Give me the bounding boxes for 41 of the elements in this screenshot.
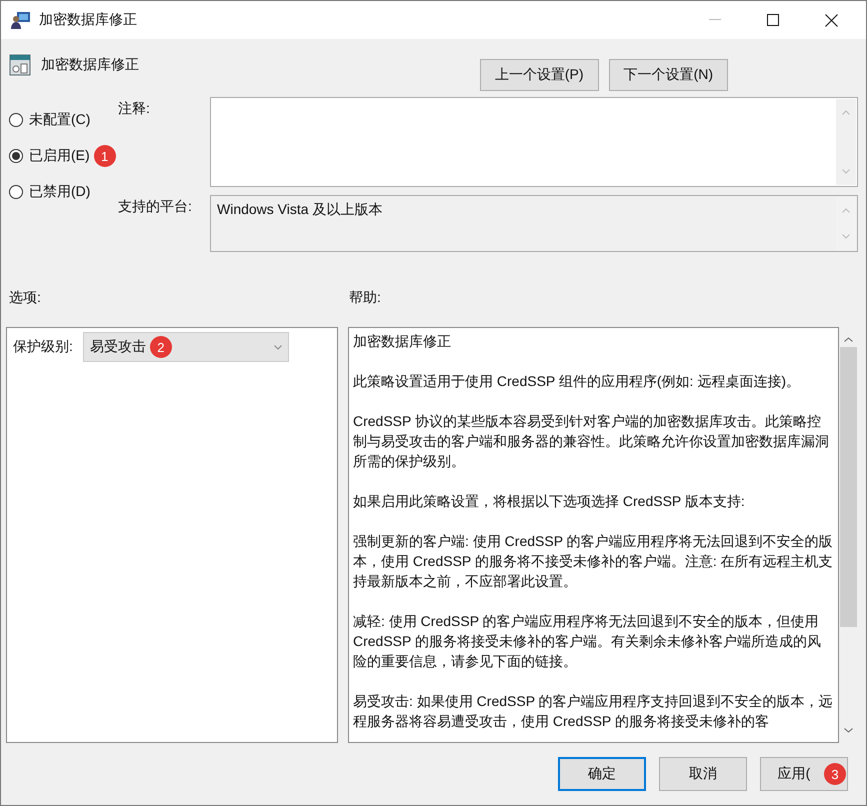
help-paragraph: 此策略设置适用于使用 CredSSP 组件的应用程序(例如: 远程桌面连接)。 <box>353 372 801 391</box>
scroll-up-icon <box>842 110 850 115</box>
help-paragraph: 易受攻击: 如果使用 CredSSP 的客户端应用程序支持回退到不安全的版本，远程服务器将容易遭受攻击，使用 CredSSP 的服务将接受未修补的客 <box>353 692 834 731</box>
radio-circle[interactable] <box>9 149 23 163</box>
scroll-up-icon[interactable] <box>844 337 853 342</box>
radio-circle[interactable] <box>9 185 23 199</box>
chevron-down-icon <box>274 344 282 350</box>
scroll-down-icon[interactable] <box>844 728 853 733</box>
radio-option[interactable]: 未配置(C) <box>9 111 90 129</box>
protection-label: 保护级别: <box>13 338 73 356</box>
policy-settings-icon <box>9 54 31 76</box>
help-label: 帮助: <box>349 289 381 307</box>
help-paragraph: 如果启用此策略设置，将根据以下选项选择 CredSSP 版本支持: <box>353 492 746 511</box>
step-badge: 1 <box>94 145 116 167</box>
radio-option[interactable]: 已启用(E) <box>9 147 90 165</box>
maximize-icon[interactable] <box>767 14 779 26</box>
comment-field[interactable] <box>210 97 858 187</box>
help-paragraph: 减轻: 使用 CredSSP 的客户端应用程序将无法回退到不安全的版本，但使用 CredSSP 的服务将接受未修补的客户端。有关剩余未修补客户端所造成的风险的重要信息，请参见下面的链接。 <box>353 612 822 671</box>
nav-button[interactable]: 上一个设置(P) <box>480 59 599 91</box>
help-paragraph: 加密数据库修正 <box>353 332 452 351</box>
platform-label: 支持的平台: <box>118 197 193 216</box>
scrollbar-thumb[interactable] <box>840 347 857 627</box>
radio-circle[interactable] <box>9 113 23 127</box>
nav-button[interactable]: 下一个设置(N) <box>608 59 728 91</box>
dialog-button[interactable]: 取消 <box>659 757 747 791</box>
platform-value: Windows Vista 及以上版本 <box>217 201 382 217</box>
scroll-down-icon <box>842 169 850 174</box>
window-title: 加密数据库修正 <box>39 11 137 29</box>
policy-title: 加密数据库修正 <box>41 56 139 74</box>
step-badge: 2 <box>150 336 172 358</box>
help-paragraph: 强制更新的客户端: 使用 CredSSP 的客户端应用程序将无法回退到不安全的版本，使用 CredSSP 的服务将不接受未修补的客户端。注意: 在所有远程主机支持最新版本之前，不应部署此设置。 <box>353 532 834 591</box>
scroll-up-icon <box>842 208 850 213</box>
computer-user-icon <box>11 10 31 30</box>
help-paragraph: CredSSP 协议的某些版本容易受到针对客户端的加密数据库攻击。此策略控制与易受攻击的客户端和服务器的兼容性。此策略允许你设置加密数据库漏洞所需的保护级别。 <box>353 412 830 471</box>
radio-option[interactable]: 已禁用(D) <box>9 183 90 201</box>
protection-dropdown[interactable]: 易受攻击 2 <box>82 332 289 362</box>
close-icon[interactable] <box>825 14 838 26</box>
options-label: 选项: <box>8 289 42 307</box>
comment-label: 注释: <box>118 99 151 118</box>
dialog-button[interactable]: 确定 <box>558 757 646 791</box>
scroll-down-icon <box>842 234 850 239</box>
